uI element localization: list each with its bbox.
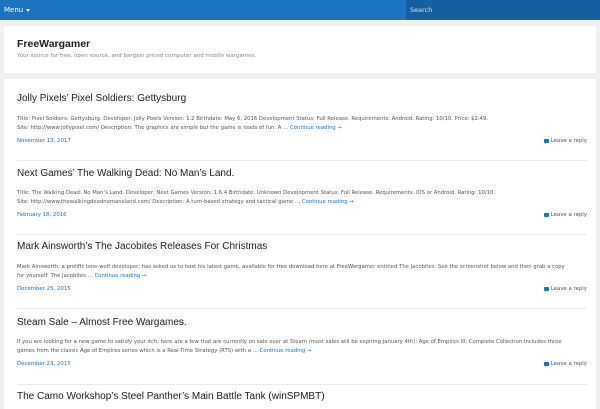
post-title-link[interactable]: Next Games’ The Walking Dead: No Man’s L… bbox=[17, 168, 234, 179]
leave-reply-link[interactable]: Leave a reply bbox=[543, 138, 587, 144]
leave-reply-label: Leave a reply bbox=[550, 138, 587, 144]
post-divider bbox=[17, 308, 587, 309]
post-date-link[interactable]: February 18, 2016 bbox=[17, 212, 67, 218]
post-list: Jolly Pixels’ Pixel Soldiers: Gettysburg… bbox=[4, 79, 596, 409]
continue-reading-link[interactable]: Continue reading → bbox=[290, 125, 342, 131]
search-input[interactable] bbox=[406, 0, 600, 20]
post-title-link[interactable]: Jolly Pixels’ Pixel Soldiers: Gettysburg bbox=[17, 93, 186, 104]
excerpt-line: Title: The Walking Dead: No Man’s Land. … bbox=[17, 190, 496, 196]
continue-reading-link[interactable]: Continue reading → bbox=[302, 199, 354, 205]
excerpt-text: Site: http://www.thewalkingdeadnomanslan… bbox=[17, 198, 301, 205]
post-title-link[interactable]: The Camo Workshop’s Steel Panther’s Main… bbox=[17, 391, 325, 402]
comment-bubble-icon bbox=[543, 361, 549, 367]
comment-bubble-icon bbox=[543, 212, 549, 218]
top-navigation-bar: Menu bbox=[0, 0, 600, 20]
menu-label: Menu bbox=[4, 6, 24, 14]
comment-bubble-icon bbox=[543, 286, 549, 292]
post-excerpt: If you are looking for a new game to sat… bbox=[17, 338, 587, 355]
excerpt-text: Site: http://www.jollypixel.com/ Descrip… bbox=[17, 124, 289, 131]
excerpt-text: games from the classic Age of Empires se… bbox=[17, 347, 258, 354]
post-title-link[interactable]: Mark Ainsworth’s The Jacobites Releases … bbox=[17, 241, 267, 252]
post-date-link[interactable]: December 25, 2015 bbox=[17, 286, 71, 292]
excerpt-text: for yourself: The Jacobites … bbox=[17, 272, 93, 279]
continue-reading-link[interactable]: Continue reading → bbox=[95, 273, 147, 279]
comment-bubble-icon bbox=[543, 138, 549, 144]
continue-reading-link[interactable]: Continue reading → bbox=[260, 348, 312, 354]
leave-reply-link[interactable]: Leave a reply bbox=[543, 212, 587, 218]
site-title[interactable]: FreeWargamer bbox=[17, 38, 90, 50]
post-excerpt: Title: The Walking Dead: No Man’s Land. … bbox=[17, 189, 587, 206]
excerpt-line: Site: http://www.jollypixel.com/ Descrip… bbox=[17, 124, 587, 133]
post-date-link[interactable]: November 13, 2017 bbox=[17, 138, 71, 144]
excerpt-line: games from the classic Age of Empires se… bbox=[17, 347, 587, 356]
site-header: FreeWargamer Your source for free, open … bbox=[4, 26, 596, 73]
post-excerpt: Title: Pixel Soldiers: Gettysburg. Devel… bbox=[17, 115, 587, 132]
leave-reply-label: Leave a reply bbox=[550, 361, 587, 367]
leave-reply-label: Leave a reply bbox=[550, 286, 587, 292]
post-divider bbox=[17, 234, 587, 235]
menu-toggle-button[interactable]: Menu bbox=[4, 0, 31, 20]
post-title-link[interactable]: Steam Sale – Almost Free Wargames. bbox=[17, 317, 187, 328]
chevron-down-icon bbox=[26, 8, 31, 12]
post-excerpt: Mark Ainsworth, a prolific lone-wolf dev… bbox=[17, 263, 587, 280]
excerpt-line: Site: http://www.thewalkingdeadnomanslan… bbox=[17, 198, 587, 207]
leave-reply-label: Leave a reply bbox=[550, 212, 587, 218]
post-divider bbox=[17, 160, 587, 161]
leave-reply-link[interactable]: Leave a reply bbox=[543, 361, 587, 367]
excerpt-line: If you are looking for a new game to sat… bbox=[17, 339, 562, 345]
post-date-link[interactable]: December 23, 2015 bbox=[17, 361, 71, 367]
search-box bbox=[406, 0, 600, 20]
excerpt-line: Title: Pixel Soldiers: Gettysburg. Devel… bbox=[17, 116, 488, 122]
post-divider bbox=[17, 384, 587, 385]
site-description: Your source for free, open source, and b… bbox=[17, 53, 257, 59]
excerpt-line: for yourself: The Jacobites … Continue r… bbox=[17, 272, 587, 281]
excerpt-line: Mark Ainsworth, a prolific lone-wolf dev… bbox=[17, 264, 565, 270]
leave-reply-link[interactable]: Leave a reply bbox=[543, 286, 587, 292]
